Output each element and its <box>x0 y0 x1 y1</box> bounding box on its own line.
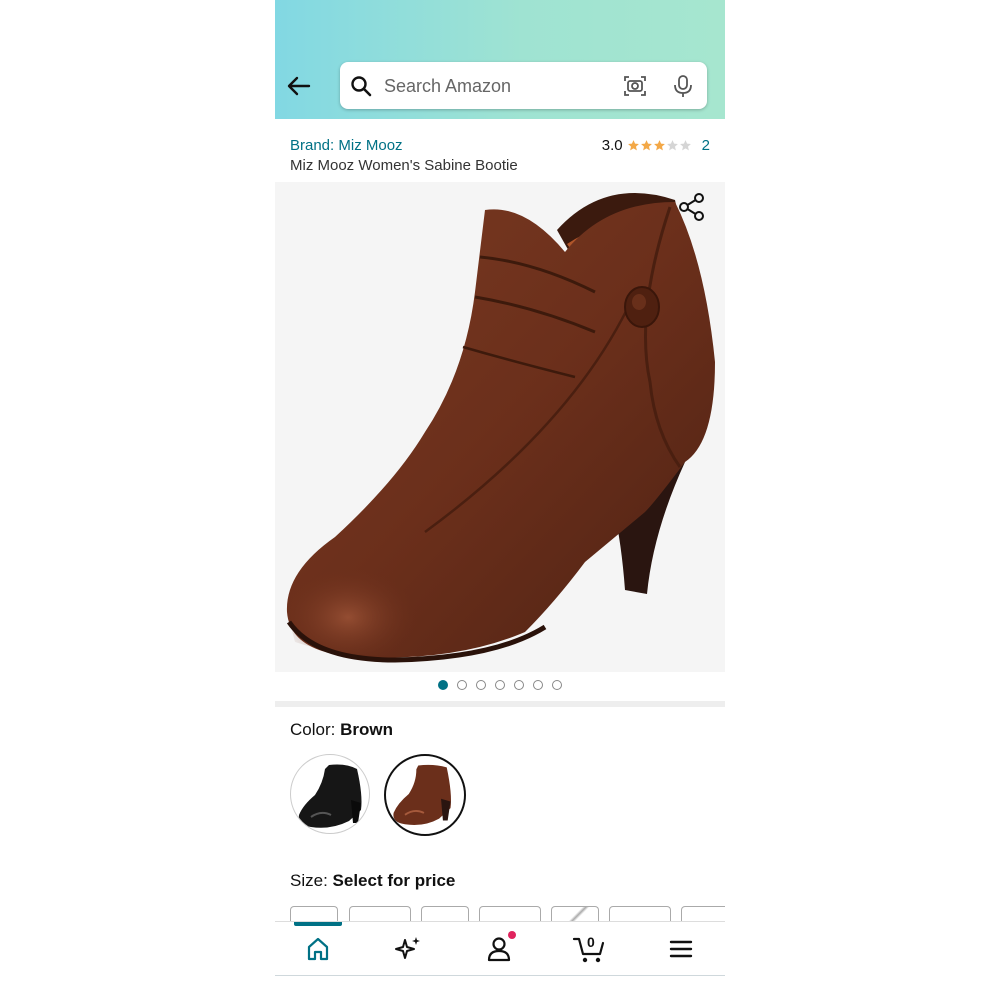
black-bootie-thumbnail <box>298 764 362 828</box>
brand-link[interactable]: Brand: Miz Mooz <box>290 137 403 154</box>
brown-bootie-thumbnail <box>393 764 451 826</box>
image-pagination <box>275 680 725 690</box>
tab-menu[interactable] <box>651 922 711 975</box>
tab-account[interactable] <box>469 922 529 975</box>
star-empty-icon <box>679 140 691 151</box>
app-screen: Brand: Miz Mooz Miz Mooz Women's Sabine … <box>275 0 725 1000</box>
pagination-dot[interactable] <box>457 680 467 690</box>
back-arrow-icon[interactable] <box>285 72 313 100</box>
share-icon[interactable] <box>675 190 709 224</box>
tab-cart[interactable]: 0 <box>559 922 619 975</box>
sparkle-icon <box>395 936 420 959</box>
product-image-gallery[interactable] <box>275 182 725 672</box>
size-label: Size: Select for price <box>290 871 455 891</box>
rating-value: 3.0 <box>601 137 623 154</box>
user-icon <box>487 936 511 961</box>
color-label-prefix: Color: <box>290 720 341 739</box>
product-image-brown-bootie <box>286 193 715 663</box>
size-selection-prompt: Select for price <box>332 871 456 890</box>
pagination-dot[interactable] <box>495 680 505 690</box>
search-bar[interactable] <box>340 62 707 109</box>
home-icon <box>307 937 329 960</box>
size-label-prefix: Size: <box>290 871 333 890</box>
rating-count[interactable]: 2 <box>702 137 710 154</box>
pagination-dot[interactable] <box>533 680 543 690</box>
product-title: Miz Mooz Women's Sabine Bootie <box>290 157 518 174</box>
color-label: Color: Brown <box>290 720 393 740</box>
pagination-dot[interactable] <box>438 680 448 690</box>
section-divider <box>275 701 725 707</box>
bottom-navigation: 0 <box>275 921 725 976</box>
tab-home[interactable] <box>288 922 348 975</box>
star-filled-icon <box>627 140 639 151</box>
selected-color: Brown <box>340 720 393 739</box>
camera-scan-icon[interactable] <box>623 74 647 98</box>
menu-icon <box>669 940 693 957</box>
tab-rufus[interactable] <box>378 922 438 975</box>
notification-dot <box>508 931 516 939</box>
search-input[interactable] <box>382 70 616 103</box>
star-rating-icon <box>627 139 692 152</box>
pagination-dot[interactable] <box>552 680 562 690</box>
cart-count: 0 <box>587 934 595 950</box>
rating-summary[interactable]: 3.0 2 <box>602 137 710 154</box>
star-empty-icon <box>666 140 678 151</box>
pagination-dot[interactable] <box>476 680 486 690</box>
header <box>275 0 725 119</box>
star-filled-icon <box>640 140 652 151</box>
color-swatch-brown[interactable] <box>384 754 466 836</box>
pagination-dot[interactable] <box>514 680 524 690</box>
microphone-icon[interactable] <box>672 74 694 98</box>
color-swatch-black[interactable] <box>290 754 370 834</box>
search-icon <box>351 76 372 97</box>
star-filled-icon <box>653 140 665 151</box>
